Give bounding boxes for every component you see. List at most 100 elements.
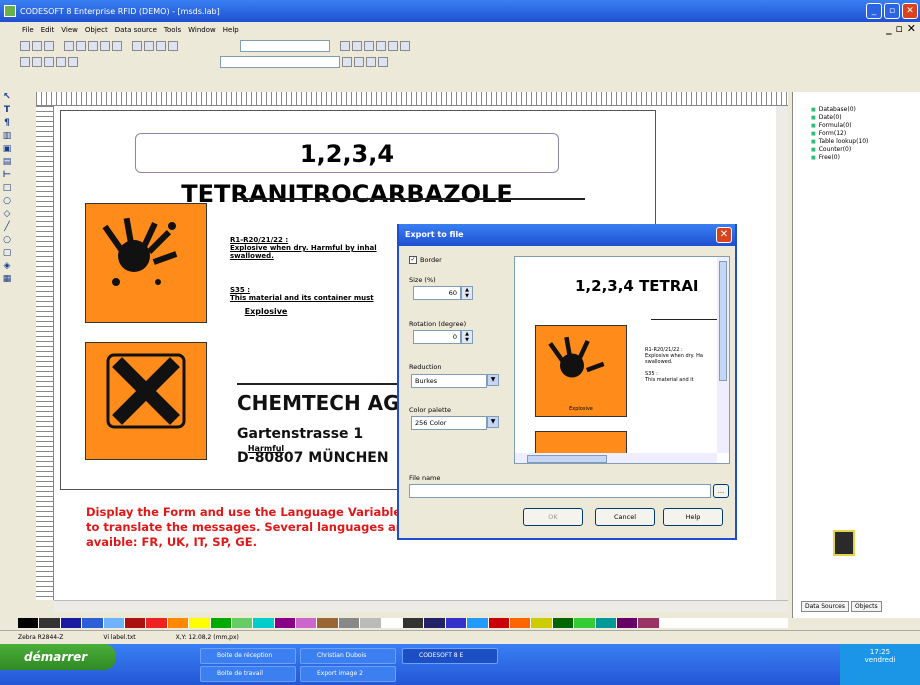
zoom-out-icon[interactable] bbox=[68, 57, 78, 67]
print-icon[interactable] bbox=[64, 41, 74, 51]
ungroup-icon[interactable] bbox=[354, 57, 364, 67]
tree-item-formula[interactable]: Formula(0) bbox=[811, 122, 920, 130]
zoom-in-icon[interactable] bbox=[56, 57, 66, 67]
save-icon[interactable] bbox=[44, 41, 54, 51]
copy-icon[interactable] bbox=[100, 41, 110, 51]
variable-select[interactable] bbox=[220, 56, 340, 68]
rotation-spin-arrows[interactable]: ▲ ▼ bbox=[461, 330, 473, 344]
preview-vertical-scrollbar[interactable] bbox=[717, 257, 729, 453]
palette-dropdown-icon[interactable]: ▼ bbox=[487, 416, 499, 428]
grid-icon[interactable] bbox=[20, 57, 30, 67]
cut-icon[interactable] bbox=[88, 41, 98, 51]
color-palette[interactable] bbox=[18, 618, 789, 628]
size-spinner[interactable]: 60 ▲ ▼ bbox=[413, 286, 473, 300]
align-icon[interactable] bbox=[168, 41, 178, 51]
vertical-scrollbar[interactable] bbox=[776, 106, 788, 600]
company-block[interactable]: CHEMTECH AG Gartenstrasse 1 D-80807 MÜNC… bbox=[237, 390, 400, 470]
undo-icon[interactable] bbox=[132, 41, 142, 51]
tree-item-counter[interactable]: Counter(0) bbox=[811, 146, 920, 154]
browse-button[interactable]: … bbox=[713, 484, 729, 498]
menu-file[interactable]: File bbox=[22, 26, 34, 34]
paragraph-tool-icon[interactable]: ¶ bbox=[2, 118, 12, 128]
back-icon[interactable] bbox=[378, 57, 388, 67]
text-tool-icon[interactable]: T bbox=[2, 105, 12, 115]
menu-object[interactable]: Object bbox=[85, 26, 108, 34]
line-tool-icon[interactable]: ⊢ bbox=[2, 170, 12, 180]
size-spin-arrows[interactable]: ▲ ▼ bbox=[461, 286, 473, 300]
preview-horizontal-scrollbar[interactable] bbox=[515, 453, 717, 463]
menu-tools[interactable]: Tools bbox=[164, 26, 181, 34]
reduction-dropdown-icon[interactable]: ▼ bbox=[487, 374, 499, 386]
circle-tool-icon[interactable]: ○ bbox=[2, 235, 12, 245]
preview-scroll-thumb[interactable] bbox=[719, 261, 727, 381]
explosive-pictogram[interactable]: Explosive bbox=[85, 203, 287, 323]
task-button-export[interactable]: Export image 2 bbox=[300, 666, 396, 682]
dialog-close-button[interactable]: ✕ bbox=[716, 227, 732, 243]
preview-hscroll-thumb[interactable] bbox=[527, 455, 607, 463]
mdi-window-controls[interactable]: _ ▫ ✕ bbox=[886, 22, 916, 35]
rounded-rect-tool-icon[interactable]: ▢ bbox=[2, 248, 12, 258]
menu-data-source[interactable]: Data source bbox=[115, 26, 157, 34]
cancel-button[interactable]: Cancel bbox=[595, 508, 655, 526]
form-tool-icon[interactable]: ▦ bbox=[2, 274, 12, 284]
task-button-work[interactable]: Boite de travail bbox=[200, 666, 296, 682]
border-checkbox[interactable]: ✓ bbox=[409, 256, 417, 264]
menu-help[interactable]: Help bbox=[223, 26, 239, 34]
preview-icon[interactable] bbox=[76, 41, 86, 51]
r-phrases[interactable]: R1-R20/21/22 : Explosive when dry. Harmf… bbox=[230, 236, 400, 260]
start-button[interactable]: démarrer bbox=[0, 644, 116, 670]
horizontal-scrollbar[interactable] bbox=[54, 600, 788, 612]
front-icon[interactable] bbox=[366, 57, 376, 67]
variable-tool-icon[interactable]: ◈ bbox=[2, 261, 12, 271]
font-select[interactable] bbox=[240, 40, 330, 52]
diagonal-tool-icon[interactable]: ╱ bbox=[2, 222, 12, 232]
group-icon[interactable] bbox=[342, 57, 352, 67]
reduction-value[interactable]: Burkes bbox=[411, 374, 487, 388]
filename-input[interactable] bbox=[409, 484, 711, 498]
layer-icon[interactable] bbox=[44, 57, 54, 67]
paste-icon[interactable] bbox=[112, 41, 122, 51]
rotation-spinner[interactable]: 0 ▲ ▼ bbox=[413, 330, 473, 344]
task-button-codesoft[interactable]: CODESOFT 8 E bbox=[402, 648, 498, 664]
close-button[interactable]: ✕ bbox=[902, 3, 918, 19]
tree-item-date[interactable]: Date(0) bbox=[811, 114, 920, 122]
menu-view[interactable]: View bbox=[61, 26, 78, 34]
harmful-pictogram[interactable]: Harmful bbox=[85, 342, 284, 460]
snap-icon[interactable] bbox=[32, 57, 42, 67]
barcode-tool-icon[interactable]: ▥ bbox=[2, 131, 12, 141]
polygon-tool-icon[interactable]: ◇ bbox=[2, 209, 12, 219]
rfid-tool-icon[interactable]: ▤ bbox=[2, 157, 12, 167]
new-icon[interactable] bbox=[20, 41, 30, 51]
s-phrases[interactable]: S35 : This material and its container mu… bbox=[230, 286, 400, 302]
help-button[interactable]: Help bbox=[663, 508, 723, 526]
image-tool-icon[interactable]: ▣ bbox=[2, 144, 12, 154]
document-title[interactable]: 1,2,3,4 TETRANITROCARBAZOLE bbox=[135, 133, 559, 208]
printer-icon[interactable] bbox=[833, 530, 855, 556]
italic-icon[interactable] bbox=[352, 41, 362, 51]
redo-icon[interactable] bbox=[144, 41, 154, 51]
clock-time[interactable]: 17:25 bbox=[840, 648, 920, 656]
tree-item-table-lookup[interactable]: Table lookup(10) bbox=[811, 138, 920, 146]
bold-icon[interactable] bbox=[340, 41, 350, 51]
task-button-inbox[interactable]: Boite de réception bbox=[200, 648, 296, 664]
zoom-icon[interactable] bbox=[156, 41, 166, 51]
tree-item-form[interactable]: Form(12) bbox=[811, 130, 920, 138]
maximize-button[interactable]: ▫ bbox=[884, 3, 900, 19]
align-left-icon[interactable] bbox=[376, 41, 386, 51]
ellipse-tool-icon[interactable]: ○ bbox=[2, 196, 12, 206]
underline-icon[interactable] bbox=[364, 41, 374, 51]
tree-item-database[interactable]: Database(0) bbox=[811, 106, 920, 114]
palette-value[interactable]: 256 Color bbox=[411, 416, 487, 430]
menu-window[interactable]: Window bbox=[188, 26, 216, 34]
tab-data-sources[interactable]: Data Sources bbox=[801, 601, 849, 612]
palette-select[interactable]: 256 Color ▼ bbox=[411, 416, 499, 430]
size-input[interactable]: 60 bbox=[413, 286, 461, 300]
tree-item-free[interactable]: Free(0) bbox=[811, 154, 920, 162]
reduction-select[interactable]: Burkes ▼ bbox=[411, 374, 499, 388]
align-center-icon[interactable] bbox=[388, 41, 398, 51]
menu-edit[interactable]: Edit bbox=[41, 26, 55, 34]
open-icon[interactable] bbox=[32, 41, 42, 51]
pointer-tool-icon[interactable]: ↖ bbox=[2, 92, 12, 102]
ok-button[interactable]: OK bbox=[523, 508, 583, 526]
tab-objects[interactable]: Objects bbox=[850, 601, 882, 612]
